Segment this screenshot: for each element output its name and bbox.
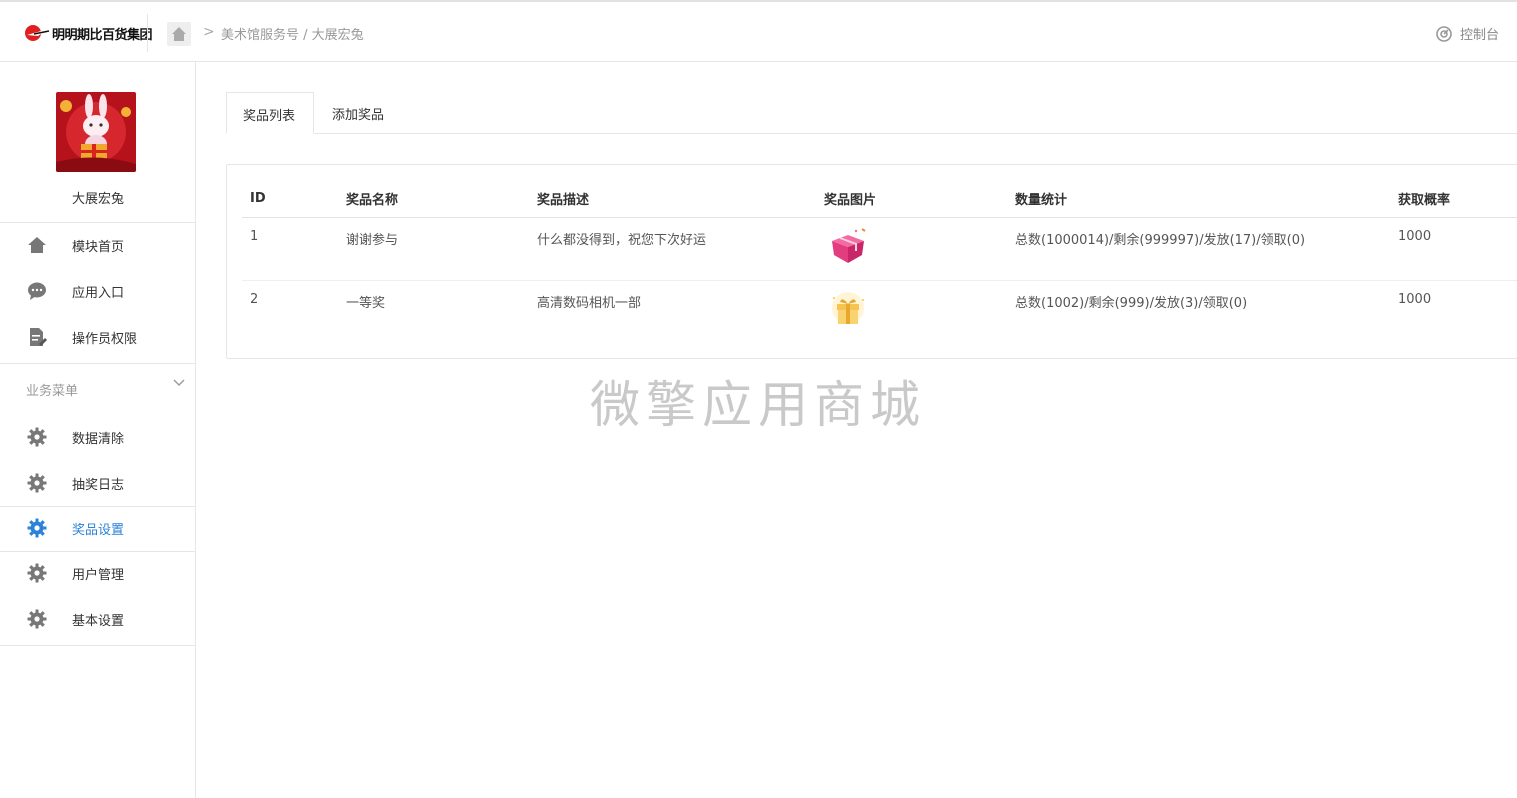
sidebar-item-prize-settings[interactable]: 奖品设置	[0, 510, 196, 546]
sidebar-item-data-clear[interactable]: 数据清除	[0, 419, 196, 455]
sidebar-item-operator-permissions[interactable]: 操作员权限	[0, 319, 196, 355]
sidebar-divider	[0, 645, 196, 646]
sidebar-item-label: 抽奖日志	[72, 478, 125, 493]
sidebar-item-app-entry[interactable]: 应用入口	[0, 273, 196, 309]
sidebar-divider	[0, 551, 196, 552]
breadcrumb[interactable]: 美术馆服务号 / 大展宏兔	[221, 24, 364, 43]
home-button[interactable]	[167, 22, 191, 46]
sidebar-divider	[0, 506, 196, 507]
cell-stats: 总数(1002)/剩余(999)/发放(3)/领取(0)	[1015, 295, 1248, 311]
section-title: 业务菜单	[26, 384, 79, 399]
table-row[interactable]: 1 谢谢参与 什么都没得到，祝您下次好运 总数(1000014)/剩余(9999…	[242, 217, 1517, 281]
cell-name: 谢谢参与	[338, 217, 529, 281]
cell-id: 2	[250, 291, 259, 307]
prize-table: ID 奖品名称 奖品描述 奖品图片 数量统计 获取概率 1 谢谢参与 什么都没得…	[242, 181, 1517, 343]
cell-stats: 总数(1000014)/剩余(999997)/发放(17)/领取(0)	[1007, 217, 1390, 281]
tab-bar: 奖品列表 添加奖品	[226, 92, 1517, 134]
prize-table-panel: ID 奖品名称 奖品描述 奖品图片 数量统计 获取概率 1 谢谢参与 什么都没得…	[226, 164, 1517, 359]
sidebar-item-user-management[interactable]: 用户管理	[0, 555, 196, 591]
watermark: 微擎应用商城	[590, 376, 926, 434]
breadcrumb-separator: >	[203, 24, 215, 40]
cell-id: 1	[242, 217, 338, 281]
sidebar-item-label: 应用入口	[72, 286, 125, 301]
home-icon	[28, 237, 46, 253]
chat-icon	[28, 282, 46, 300]
sidebar-divider	[0, 222, 196, 223]
table-row[interactable]: 2 一等奖 高清数码相机一部 总数(1002)/剩余(999)/发放(3)/领取…	[242, 280, 1517, 343]
logo-text: 明明期比百货集团	[52, 26, 153, 42]
gear-icon	[27, 563, 47, 583]
console-label: 控制台	[1459, 28, 1499, 43]
home-icon	[172, 27, 186, 41]
gear-icon	[27, 518, 47, 538]
tab-add-prize[interactable]: 添加奖品	[316, 92, 400, 134]
column-header-name: 奖品名称	[338, 181, 529, 218]
cell-image	[816, 280, 1007, 343]
store-name: 大展宏兔	[71, 192, 124, 207]
sidebar-item-label: 基本设置	[72, 614, 125, 629]
sidebar-divider	[0, 363, 196, 364]
sidebar-item-label: 操作员权限	[72, 332, 138, 347]
gear-icon	[27, 427, 47, 447]
sidebar: 大展宏兔 模块首页 应用入口 操作员权限 业务菜单 数据清除 抽奖日志 奖品设置	[0, 62, 196, 798]
cell-probability: 1000	[1398, 291, 1432, 307]
pink-gift-box-icon	[832, 227, 866, 263]
rabbit-avatar-icon	[56, 92, 136, 172]
dashboard-icon	[1436, 25, 1452, 42]
logo-icon	[25, 25, 50, 41]
column-header-id: ID	[242, 181, 338, 218]
chevron-down-icon	[173, 379, 185, 386]
column-header-probability: 获取概率	[1390, 181, 1517, 218]
brand-logo[interactable]: 明明期比百货集团	[24, 20, 153, 46]
sidebar-item-label: 奖品设置	[72, 523, 125, 538]
business-menu-header[interactable]: 业务菜单	[26, 379, 186, 399]
gold-gift-box-icon	[832, 291, 864, 324]
tab-prize-list[interactable]: 奖品列表	[226, 92, 314, 134]
top-header: 明明期比百货集团 > 美术馆服务号 / 大展宏兔 控制台	[0, 0, 1517, 62]
table-header-row: ID 奖品名称 奖品描述 奖品图片 数量统计 获取概率	[242, 181, 1517, 218]
header-divider	[147, 14, 148, 52]
document-edit-icon	[30, 328, 47, 346]
sidebar-item-label: 模块首页	[72, 240, 125, 255]
gear-icon	[27, 609, 47, 629]
sidebar-item-label: 数据清除	[72, 432, 125, 447]
cell-description: 高清数码相机一部	[537, 295, 642, 311]
cell-probability: 1000	[1390, 217, 1517, 281]
cell-description: 什么都没得到，祝您下次好运	[529, 217, 816, 281]
column-header-description: 奖品描述	[529, 181, 816, 218]
cell-image	[816, 217, 1007, 281]
sidebar-item-label: 用户管理	[72, 568, 125, 583]
cell-name: 一等奖	[346, 295, 386, 311]
store-avatar	[56, 92, 136, 172]
gear-icon	[27, 473, 47, 493]
console-link[interactable]: 控制台	[1436, 24, 1499, 43]
sidebar-item-basic-settings[interactable]: 基本设置	[0, 601, 196, 637]
sidebar-item-lottery-log[interactable]: 抽奖日志	[0, 465, 196, 501]
sidebar-item-module-home[interactable]: 模块首页	[0, 227, 196, 263]
column-header-image: 奖品图片	[816, 181, 1007, 218]
column-header-stats: 数量统计	[1007, 181, 1390, 218]
